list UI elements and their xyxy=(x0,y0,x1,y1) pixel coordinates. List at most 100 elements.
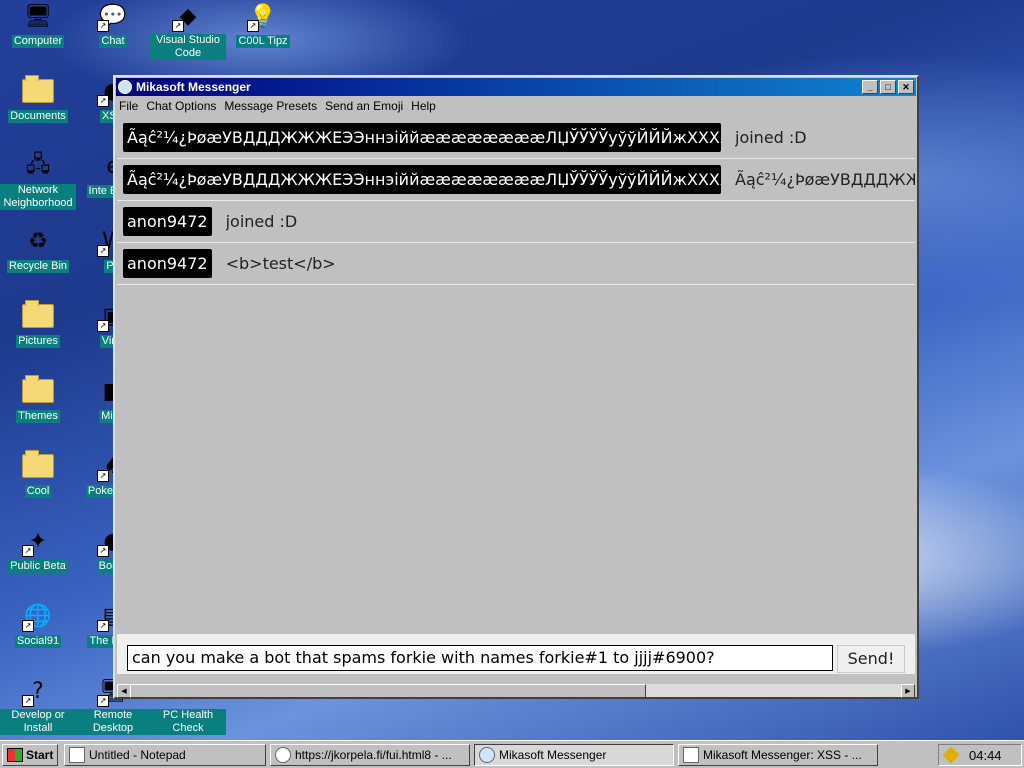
clock[interactable]: 04:44 xyxy=(969,748,1002,763)
windows-logo-icon xyxy=(7,748,23,762)
message-text: Ãąĉ²¼¿ÞøæУВДДДЖЖ xyxy=(735,170,915,189)
desktop-icon-label: Visual Studio Code xyxy=(150,34,226,60)
browser-icon xyxy=(275,747,291,763)
chat-icon: 💬 ↗ xyxy=(97,0,129,32)
taskbar: Start Untitled - Notepad https://jkorpel… xyxy=(0,740,1024,768)
compose-area: can you make a bot that spams forkie wit… xyxy=(117,634,915,674)
minimize-button[interactable]: _ xyxy=(862,80,878,94)
key-icon[interactable] xyxy=(942,746,960,764)
shortcut-arrow-icon: ↗ xyxy=(97,20,109,32)
window-titlebar[interactable]: Mikasoft Messenger _ □ ✕ xyxy=(116,78,916,96)
desktop-icon-label: Pictures xyxy=(16,335,60,348)
desktop-icon-computer[interactable]: 🖥 Computer xyxy=(0,0,76,48)
menu-bar: File Chat Options Message Presets Send a… xyxy=(115,97,917,115)
desktop-icon-recycle-bin[interactable]: ♻ Recycle Bin xyxy=(0,225,76,273)
desktop-icon-cool-tipz[interactable]: 💡 ↗ C00L Tipz xyxy=(225,0,301,48)
shortcut-arrow-icon: ↗ xyxy=(97,695,109,707)
recycle-bin-icon: ♻ xyxy=(28,228,48,254)
taskbar-item-label: https://jkorpela.fi/fui.html8 - ... xyxy=(295,748,452,762)
shortcut-arrow-icon: ↗ xyxy=(247,20,259,32)
taskbar-item-messenger-xss[interactable]: Mikasoft Messenger: XSS - ... xyxy=(678,744,878,766)
desktop-icon-label: Cool xyxy=(24,485,52,498)
desktop-icon-documents[interactable]: Documents xyxy=(0,75,76,123)
menu-send-emoji[interactable]: Send an Emoji xyxy=(325,99,403,113)
desktop-icon-label: Chat xyxy=(99,35,127,48)
desktop-icon-label: Recycle Bin xyxy=(6,260,70,273)
desktop-icon-network[interactable]: 🖧 Network Neighborhood xyxy=(0,150,76,210)
cool-tipz-icon: 💡 ↗ xyxy=(247,0,279,32)
desktop-icon-label: C00L Tipz xyxy=(236,35,290,48)
send-button[interactable]: Send! xyxy=(837,645,905,673)
message-text: <b>test</b> xyxy=(225,254,336,273)
desktop-icon-label: Remote Desktop xyxy=(75,709,151,735)
shortcut-arrow-icon: ↗ xyxy=(22,695,34,707)
menu-file[interactable]: File xyxy=(119,99,138,113)
messenger-app-icon xyxy=(118,80,132,94)
message-input[interactable]: can you make a bot that spams forkie wit… xyxy=(127,645,833,671)
public-beta-icon: ✦ ↗ xyxy=(22,525,54,557)
messenger-icon xyxy=(479,747,495,763)
shortcut-arrow-icon: ↗ xyxy=(97,545,109,557)
message-text: joined :D xyxy=(735,128,807,147)
folder-icon xyxy=(22,300,54,328)
network-icon: 🖧 xyxy=(25,152,51,177)
notepad-icon xyxy=(69,747,85,763)
maximize-button[interactable]: □ xyxy=(880,80,896,94)
message-row: anon9472 joined :D xyxy=(117,201,915,243)
shortcut-arrow-icon: ↗ xyxy=(97,320,109,332)
window-title: Mikasoft Messenger xyxy=(136,80,251,94)
desktop-icon-social91[interactable]: 🌐 ↗ Social91 xyxy=(0,600,76,648)
documents-icon xyxy=(22,75,54,107)
taskbar-item-browser[interactable]: https://jkorpela.fi/fui.html8 - ... xyxy=(270,744,470,766)
scroll-left-icon[interactable]: ◀ xyxy=(117,684,131,698)
start-label: Start xyxy=(26,748,54,762)
scrollbar-thumb[interactable] xyxy=(130,684,646,698)
themes-icon xyxy=(22,375,54,407)
messenger-window: Mikasoft Messenger _ □ ✕ File Chat Optio… xyxy=(113,75,919,699)
shortcut-arrow-icon: ↗ xyxy=(97,470,109,482)
cool-icon xyxy=(22,450,54,482)
desktop-icon-themes[interactable]: Themes xyxy=(0,375,76,423)
shortcut-arrow-icon: ↗ xyxy=(172,20,184,32)
message-username: Ãąĉ²¼¿ÞøæУВДДДЖЖЖЕЭЭннэіййææææææææЛЏЎЎЎЎ… xyxy=(123,123,721,152)
desktop-icon-vscode[interactable]: ◆ ↗ Visual Studio Code xyxy=(150,0,226,60)
menu-chat-options[interactable]: Chat Options xyxy=(146,99,216,113)
taskbar-item-label: Mikasoft Messenger xyxy=(499,748,607,762)
desktop-icon-label: Develop or Install xyxy=(0,709,76,735)
start-button[interactable]: Start xyxy=(2,744,58,766)
menu-help[interactable]: Help xyxy=(411,99,436,113)
folder-icon xyxy=(22,450,54,478)
pictures-icon xyxy=(22,300,54,332)
desktop-icon-cool[interactable]: Cool xyxy=(0,450,76,498)
desktop-icon-label: Documents xyxy=(8,110,68,123)
taskbar-item-label: Untitled - Notepad xyxy=(89,748,186,762)
message-row: Ãąĉ²¼¿ÞøæУВДДДЖЖЖЕЭЭннэіййææææææææЛЏЎЎЎЎ… xyxy=(117,117,915,159)
menu-message-presets[interactable]: Message Presets xyxy=(224,99,317,113)
desktop-icon-label: Themes xyxy=(16,410,60,423)
message-row: anon9472 <b>test</b> xyxy=(117,243,915,285)
message-text: joined :D xyxy=(225,212,298,231)
desktop-icon-chat[interactable]: 💬 ↗ Chat xyxy=(75,0,151,48)
close-button[interactable]: ✕ xyxy=(898,80,914,94)
desktop-icon-develop[interactable]: ? ↗ Develop or Install xyxy=(0,675,76,735)
taskbar-item-notepad[interactable]: Untitled - Notepad xyxy=(64,744,266,766)
taskbar-item-label: Mikasoft Messenger: XSS - ... xyxy=(703,748,862,762)
taskbar-item-messenger[interactable]: Mikasoft Messenger xyxy=(474,744,674,766)
shortcut-arrow-icon: ↗ xyxy=(97,620,109,632)
message-username: anon9472 xyxy=(123,249,212,278)
desktop-icon-label: Public Beta xyxy=(8,560,68,573)
desktop-icon-label: Computer xyxy=(11,35,65,48)
vscode-icon: ◆ ↗ xyxy=(172,0,204,32)
folder-icon xyxy=(22,375,54,403)
desktop-icon-public-beta[interactable]: ✦ ↗ Public Beta xyxy=(0,525,76,573)
desktop-icon-label: Social91 xyxy=(14,635,62,648)
shortcut-arrow-icon: ↗ xyxy=(22,620,34,632)
desktop-icon-label: PC Health Check xyxy=(150,709,226,735)
desktop-icon-pictures[interactable]: Pictures xyxy=(0,300,76,348)
horizontal-scrollbar[interactable]: ◀ ▶ xyxy=(117,684,915,698)
message-list: Ãąĉ²¼¿ÞøæУВДДДЖЖЖЕЭЭннэіййææææææææЛЏЎЎЎЎ… xyxy=(117,117,915,662)
scroll-right-icon[interactable]: ▶ xyxy=(901,684,915,698)
message-username: Ãąĉ²¼¿ÞøæУВДДДЖЖЖЕЭЭннэіййææææææææЛЏЎЎЎЎ… xyxy=(123,165,721,194)
social91-icon: 🌐 ↗ xyxy=(22,600,54,632)
desktop-icon-label: Network Neighborhood xyxy=(0,184,76,210)
